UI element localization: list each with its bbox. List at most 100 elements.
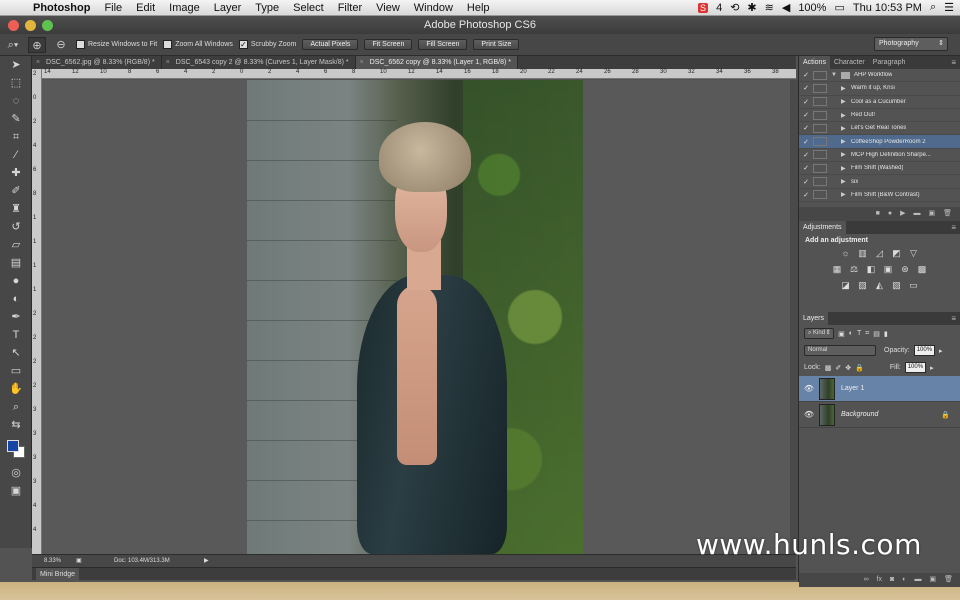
foreground-color-swatch[interactable] — [7, 440, 19, 452]
layer-filter-kind-dropdown[interactable]: ⌕ Kind ⇕ — [804, 328, 835, 339]
new-layer-icon[interactable]: ▣ — [929, 573, 936, 587]
ruler-vertical[interactable]: 2 0 2 4 6 8 1 1 1 1 2 2 2 2 3 3 3 3 4 4 — [32, 69, 42, 554]
threshold-icon[interactable]: ◭ — [874, 280, 885, 291]
action-dialog-toggle[interactable] — [813, 150, 827, 160]
bluetooth-icon[interactable]: ✱ — [747, 1, 756, 14]
curves-icon[interactable]: ◿ — [874, 248, 885, 259]
expand-triangle-icon[interactable]: ▶ — [841, 138, 851, 145]
filter-pixel-icon[interactable]: ▣ — [838, 330, 845, 338]
play-action-icon[interactable]: ▶ — [900, 207, 905, 221]
brightness-contrast-icon[interactable]: ☼ — [840, 248, 851, 259]
status-count[interactable]: 4 — [716, 2, 722, 14]
action-toggle-check-icon[interactable]: ✓ — [799, 84, 813, 92]
menu-help[interactable]: Help — [460, 2, 497, 14]
action-toggle-check-icon[interactable]: ✓ — [799, 71, 813, 79]
expand-triangle-icon[interactable]: ▶ — [841, 178, 851, 185]
blur-tool-icon[interactable]: ● — [0, 272, 32, 290]
eraser-tool-icon[interactable]: ▱ — [0, 236, 32, 254]
panel-menu-icon[interactable]: ≡ — [951, 221, 956, 234]
filter-smart-object-icon[interactable]: ▤ — [873, 330, 880, 338]
resize-windows-checkbox-box[interactable] — [76, 40, 85, 49]
expand-triangle-icon[interactable]: ▶ — [841, 85, 851, 92]
tab-paragraph[interactable]: Paragraph — [869, 56, 910, 69]
lock-position-icon[interactable]: ✥ — [845, 364, 851, 372]
actual-pixels-button[interactable]: Actual Pixels — [302, 39, 359, 50]
notification-center-icon[interactable]: ☰ — [944, 1, 954, 14]
tab-character[interactable]: Character — [830, 56, 869, 69]
tab-layers[interactable]: Layers — [799, 312, 829, 325]
eye-icon[interactable]: 👁 — [799, 410, 819, 419]
menu-select[interactable]: Select — [286, 2, 331, 14]
menu-edit[interactable]: Edit — [129, 2, 162, 14]
layer-style-icon[interactable]: fx — [877, 573, 882, 587]
action-toggle-check-icon[interactable]: ✓ — [799, 124, 813, 132]
scrubby-zoom-checkbox[interactable]: ✓ Scrubby Zoom — [238, 40, 296, 49]
color-balance-icon[interactable]: ⚖ — [849, 264, 860, 275]
layer-thumbnail[interactable] — [819, 403, 835, 426]
path-selection-tool-icon[interactable]: ↖ — [0, 344, 32, 362]
action-dialog-toggle[interactable] — [813, 83, 827, 93]
action-row[interactable]: ✓ ▶ MCP High Definition Sharpe... — [799, 149, 960, 163]
action-toggle-check-icon[interactable]: ✓ — [799, 178, 813, 186]
expand-triangle-icon[interactable]: ▶ — [841, 112, 851, 119]
action-row[interactable]: ✓ ▶ Film Shift (B&W Contrast) — [799, 189, 960, 202]
channel-mixer-icon[interactable]: ⊛ — [900, 264, 911, 275]
quick-mask-icon[interactable]: ◎ — [0, 464, 32, 482]
action-toggle-check-icon[interactable]: ✓ — [799, 98, 813, 106]
opacity-field[interactable]: 100% — [913, 345, 936, 356]
battery-icon[interactable]: ▭ — [834, 1, 844, 14]
marquee-tool-icon[interactable]: ⬚ — [0, 74, 32, 92]
levels-icon[interactable]: ▥ — [857, 248, 868, 259]
print-size-button[interactable]: Print Size — [473, 39, 520, 50]
photo-filter-icon[interactable]: ▣ — [883, 264, 894, 275]
screen-mode-icon[interactable]: ▣ — [0, 482, 32, 500]
action-dialog-toggle[interactable] — [813, 137, 827, 147]
fill-slider-arrow-icon[interactable]: ▸ — [930, 364, 934, 372]
type-tool-icon[interactable]: T — [0, 326, 32, 344]
lock-all-icon[interactable]: 🔒 — [855, 364, 864, 372]
action-dialog-toggle[interactable] — [813, 97, 827, 107]
expand-triangle-icon[interactable]: ▶ — [841, 165, 851, 172]
expand-triangle-icon[interactable]: ▶ — [841, 191, 851, 198]
zoom-all-windows-checkbox[interactable]: Zoom All Windows — [163, 40, 233, 49]
move-tool-icon[interactable]: ➤ — [0, 56, 32, 74]
close-window-button[interactable] — [8, 20, 19, 31]
expand-triangle-icon[interactable]: ▼ — [831, 72, 841, 78]
default-colors-icon[interactable]: ⇆ — [0, 416, 32, 434]
zoom-out-icon[interactable]: ⊖ — [52, 37, 70, 53]
zoom-all-windows-checkbox-box[interactable] — [163, 40, 173, 49]
action-toggle-check-icon[interactable]: ✓ — [799, 151, 813, 159]
tab-dsc-6562-jpg[interactable]: × DSC_6562.jpg @ 8.33% (RGB/8) * — [32, 56, 162, 69]
action-row[interactable]: ✓ ▶ Let's Get Real Tones — [799, 122, 960, 136]
scrubby-zoom-checkbox-box[interactable]: ✓ — [238, 40, 248, 49]
action-dialog-toggle[interactable] — [813, 177, 827, 187]
time-machine-icon[interactable]: ⟲ — [730, 1, 739, 14]
filter-shape-icon[interactable]: ⌗ — [865, 330, 869, 338]
crop-tool-icon[interactable]: ⌗ — [0, 128, 32, 146]
gradient-map-icon[interactable]: ▭ — [908, 280, 919, 291]
filter-toggle-icon[interactable]: ▮ — [884, 330, 888, 338]
selective-color-icon[interactable]: ▧ — [891, 280, 902, 291]
zoom-window-button[interactable] — [42, 20, 53, 31]
action-row[interactable]: ✓ ▶ Warm it up, Krisi — [799, 82, 960, 96]
action-dialog-toggle[interactable] — [813, 70, 827, 80]
menu-filter[interactable]: Filter — [331, 2, 369, 14]
new-set-icon[interactable]: ▬ — [913, 207, 920, 221]
fill-field[interactable]: 100% — [904, 362, 927, 373]
zoom-tool-preset-icon[interactable]: ⌕▾ — [4, 37, 22, 53]
action-toggle-check-icon[interactable]: ✓ — [799, 164, 813, 172]
action-row[interactable]: ✓ ▶ six — [799, 175, 960, 189]
action-row[interactable]: ✓ ▶ Red Out! — [799, 109, 960, 123]
action-dialog-toggle[interactable] — [813, 190, 827, 200]
shape-tool-icon[interactable]: ▭ — [0, 362, 32, 380]
layer-name[interactable]: Background — [841, 411, 878, 418]
expand-triangle-icon[interactable]: ▶ — [841, 151, 851, 158]
brush-tool-icon[interactable]: ✐ — [0, 182, 32, 200]
lock-image-icon[interactable]: ✐ — [835, 364, 841, 372]
eye-icon[interactable]: 👁 — [799, 384, 819, 393]
tab-actions[interactable]: Actions — [799, 56, 830, 69]
workspace-switcher[interactable]: Photography — [874, 37, 948, 51]
wifi-icon[interactable]: ≋ — [765, 1, 774, 14]
dodge-tool-icon[interactable]: ◐ — [0, 290, 32, 308]
canvas-area[interactable] — [42, 80, 790, 554]
